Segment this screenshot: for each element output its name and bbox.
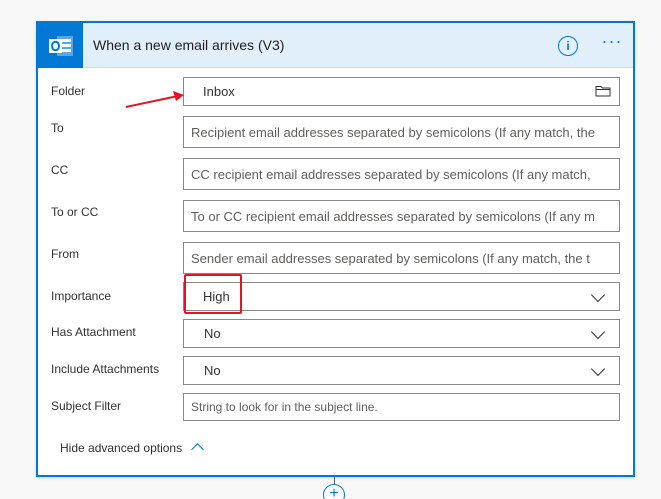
has-attachment-label: Has Attachment [51,325,136,339]
folder-value: Inbox [203,84,235,99]
info-icon[interactable]: i [558,36,578,56]
to-placeholder: Recipient email addresses separated by s… [191,124,595,140]
has-attachment-value: No [204,326,221,341]
hide-advanced-options-link[interactable]: Hide advanced options [60,441,182,455]
chevron-down-icon [590,324,606,339]
to-or-cc-placeholder: To or CC recipient email addresses separ… [191,208,595,224]
chevron-up-icon[interactable] [191,443,204,456]
more-options-icon[interactable]: ··· [599,32,625,54]
to-or-cc-field[interactable]: To or CC recipient email addresses separ… [183,200,620,232]
from-field[interactable]: Sender email addresses separated by semi… [183,242,620,274]
subject-filter-placeholder: String to look for in the subject line. [191,400,378,414]
annotation-arrow [125,91,184,108]
from-label: From [51,247,79,261]
chevron-down-icon [590,361,606,376]
chevron-down-icon [590,287,606,302]
folder-icon[interactable] [595,84,611,100]
has-attachment-dropdown[interactable]: No [183,319,620,348]
to-or-cc-label: To or CC [51,205,99,219]
include-attachments-dropdown[interactable]: No [183,356,620,385]
cc-field[interactable]: CC recipient email addresses separated b… [183,158,620,190]
trigger-header[interactable]: When a new email arrives (V3) i ··· [38,23,633,68]
annotation-highlight-box [184,274,242,314]
add-step-icon[interactable]: + [323,484,345,499]
to-label: To [51,121,64,135]
folder-label: Folder [51,84,86,98]
subject-filter-field[interactable]: String to look for in the subject line. [183,393,620,421]
include-attachments-label: Include Attachments [51,362,160,376]
include-attachments-value: No [204,363,221,378]
folder-field[interactable]: Inbox [183,77,620,106]
trigger-title: When a new email arrives (V3) [93,37,285,53]
outlook-icon [38,23,83,68]
subject-filter-label: Subject Filter [51,399,122,413]
to-field[interactable]: Recipient email addresses separated by s… [183,116,620,148]
cc-placeholder: CC recipient email addresses separated b… [191,166,591,182]
from-placeholder: Sender email addresses separated by semi… [191,250,590,266]
cc-label: CC [51,163,69,177]
importance-dropdown[interactable]: High [183,282,620,311]
importance-label: Importance [51,289,112,303]
